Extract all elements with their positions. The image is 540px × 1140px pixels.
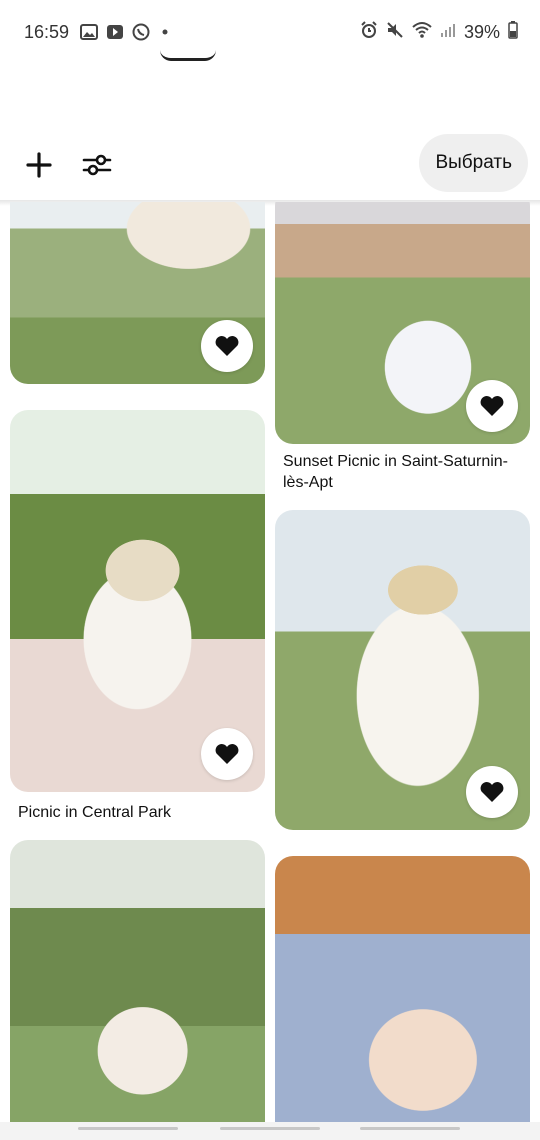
nav-hint [220, 1127, 320, 1130]
pin-image[interactable] [10, 840, 265, 1130]
pull-indicator [160, 50, 216, 61]
status-right: 39% [360, 21, 518, 44]
heart-icon [480, 782, 504, 802]
save-button[interactable] [201, 728, 253, 780]
status-left-icons [80, 23, 172, 46]
status-time: 16:59 [24, 22, 70, 42]
pin-image[interactable] [275, 856, 530, 1130]
pin-image[interactable] [275, 510, 530, 830]
alarm-icon [360, 21, 378, 44]
dot-icon [158, 25, 172, 44]
save-button[interactable] [201, 320, 253, 372]
select-button[interactable]: Выбрать [419, 134, 528, 192]
plus-icon [26, 152, 52, 178]
add-button[interactable] [20, 146, 58, 184]
pin-image[interactable] [10, 202, 265, 384]
signal-icon [440, 22, 456, 43]
pin-feed[interactable]: Picnic in Central Park Sunset Picnic in … [0, 202, 540, 1130]
heart-icon [215, 336, 239, 356]
save-button[interactable] [466, 766, 518, 818]
video-icon [106, 24, 124, 45]
system-nav-bar [0, 1122, 540, 1140]
pin-title[interactable]: Picnic in Central Park [18, 802, 258, 823]
heart-icon [480, 396, 504, 416]
nav-hint [360, 1127, 460, 1130]
heart-icon [215, 744, 239, 764]
pin-image[interactable] [10, 410, 265, 792]
filter-button[interactable] [78, 146, 116, 184]
pin-image[interactable] [275, 202, 530, 444]
nav-hint [78, 1127, 178, 1130]
whatsapp-icon [132, 23, 150, 46]
board-toolbar: Выбрать [0, 132, 540, 198]
pin-title[interactable]: Sunset Picnic in Saint-Saturnin-lès-Apt [283, 451, 523, 493]
battery-icon [508, 21, 518, 44]
status-bar: 16:59 39% [0, 0, 540, 64]
save-button[interactable] [466, 380, 518, 432]
battery-percent: 39% [463, 22, 500, 42]
mute-icon [386, 21, 404, 44]
wifi-icon [412, 21, 432, 44]
image-icon [80, 24, 98, 45]
filter-icon [82, 154, 112, 176]
